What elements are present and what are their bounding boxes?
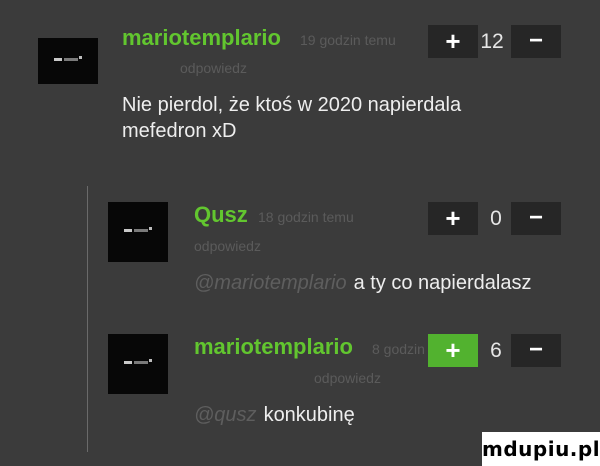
downvote-button[interactable]: − — [511, 25, 561, 58]
reply-link[interactable]: odpowiedz — [180, 60, 247, 76]
reply-link[interactable]: odpowiedz — [194, 237, 261, 255]
comment-author[interactable]: mariotemplario — [194, 334, 353, 360]
comment-body: Nie pierdol, że ktoś w 2020 napierdala m… — [122, 94, 462, 142]
upvote-button[interactable]: + — [428, 25, 478, 58]
avatar-logo-icon — [124, 227, 152, 235]
user-mention[interactable]: @mariotemplario — [194, 272, 347, 294]
watermark-logo: mdupiu.pl — [482, 432, 600, 466]
comment-body: @qusz konkubinę — [194, 402, 355, 428]
comment-score: 6 — [490, 339, 502, 362]
downvote-button[interactable]: − — [511, 334, 561, 367]
upvote-button[interactable]: + — [428, 202, 478, 235]
avatar[interactable] — [38, 38, 98, 84]
comment-time: 18 godzin temu — [258, 209, 354, 225]
comment-time: 19 godzin temu — [300, 32, 396, 48]
comment-body: @mariotemplario a ty co napierdalasz — [194, 270, 531, 296]
comment-author[interactable]: mariotemplario — [122, 25, 281, 51]
comment-score: 12 — [480, 30, 504, 53]
comment-score: 0 — [490, 207, 502, 230]
comment-text: konkubinę — [263, 404, 355, 426]
avatar-logo-icon — [54, 56, 82, 64]
comment-author[interactable]: Qusz — [194, 202, 248, 228]
thread-line — [87, 186, 88, 452]
avatar[interactable] — [108, 202, 168, 262]
avatar[interactable] — [108, 334, 168, 394]
reply-link[interactable]: odpowiedz — [314, 370, 381, 386]
comment-text: a ty co napierdalasz — [353, 272, 532, 294]
upvote-button[interactable]: + — [428, 334, 478, 367]
avatar-logo-icon — [124, 359, 152, 367]
user-mention[interactable]: @qusz — [194, 404, 257, 426]
downvote-button[interactable]: − — [511, 202, 561, 235]
